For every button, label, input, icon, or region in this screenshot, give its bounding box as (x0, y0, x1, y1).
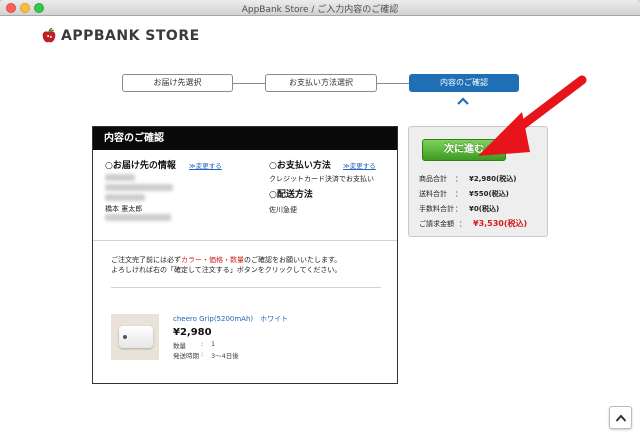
title-bar: AppBank Store / ご入力内容のご確認 (0, 0, 640, 16)
product-name-link[interactable]: cheero Grip(5200mAh) ホワイト (173, 314, 288, 324)
delivery-carrier: 佐川急便 (269, 206, 297, 214)
page-content: APPBANK STORE お届け先選択 お支払い方法選択 内容のご確認 内容の… (0, 16, 640, 443)
step-connector (233, 83, 265, 84)
red-arrow-annotation (478, 75, 587, 156)
payment-heading: ○お支払い方法 (269, 161, 331, 171)
step-connector (377, 83, 409, 84)
delivery-heading: ○配送方法 (269, 190, 313, 200)
quantity-label: 数量 (173, 342, 186, 350)
section-divider (93, 240, 397, 241)
change-shipping-link[interactable]: ≫変更する (189, 160, 222, 170)
product-divider (111, 287, 381, 288)
confirmation-panel: 内容のご確認 ○お届け先の情報 ≫変更する 橋本 憲太郎 ○お支払い方法 ≫変更… (92, 126, 398, 384)
payment-method: クレジットカード決済でお支払い (269, 175, 374, 183)
redacted-text (105, 214, 171, 221)
ship-time-label: 発送時期 (173, 352, 199, 360)
panel-title: 内容のご確認 (93, 127, 397, 150)
caret-up-icon (457, 97, 469, 105)
notice-line-2: よろしければ右の「確定して注文する」ボタンをクリックしてください。 (111, 266, 342, 274)
step-shipping: お届け先選択 (122, 74, 233, 92)
step-payment: お支払い方法選択 (265, 74, 377, 92)
chevron-up-icon (615, 414, 626, 422)
change-payment-link[interactable]: ≫変更する (343, 160, 376, 170)
apple-logo-icon (42, 27, 56, 43)
logo-text: APPBANK STORE (61, 28, 200, 44)
scroll-to-top-button[interactable] (609, 406, 632, 429)
summary-row-shipping: 送料合計： ¥550(税込) (419, 190, 509, 198)
summary-row-fee: 手数料合計： ¥0(税込) (419, 205, 500, 213)
redacted-text (105, 194, 145, 201)
redacted-text (105, 174, 135, 181)
window-title: AppBank Store / ご入力内容のご確認 (241, 5, 399, 15)
redacted-text (105, 184, 173, 191)
browser-window: AppBank Store / ご入力内容のご確認 APPBANK STORE … (0, 0, 640, 443)
recipient-name: 橋本 憲太郎 (105, 205, 143, 213)
store-logo[interactable]: APPBANK STORE (40, 27, 200, 45)
product-image[interactable] (111, 314, 159, 360)
quantity-value: 1 (211, 340, 216, 348)
summary-row-subtotal: 商品合計： ¥2,980(税込) (419, 175, 517, 183)
quantity-sep: : (201, 340, 204, 348)
ship-time-value: 3〜4日後 (211, 352, 239, 360)
product-price: ¥2,980 (173, 327, 212, 338)
summary-row-total: ご請求金額： ¥3,530(税込) (419, 219, 528, 228)
ship-time-sep: : (201, 350, 204, 358)
notice-line-1: ご注文完了前には必ずカラー・価格・数量のご確認をお願いいたします。 (111, 256, 342, 264)
shipping-heading: ○お届け先の情報 (105, 161, 176, 171)
